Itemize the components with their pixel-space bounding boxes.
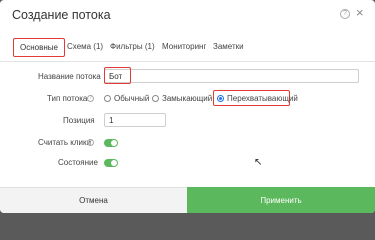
cancel-button[interactable]: Отмена bbox=[0, 187, 187, 213]
type-help-icon[interactable]: ? bbox=[87, 95, 94, 102]
state-toggle[interactable] bbox=[104, 159, 118, 167]
close-icon[interactable]: × bbox=[356, 5, 364, 20]
tab-monitoring[interactable]: Мониторинг bbox=[162, 42, 206, 51]
count-clicks-toggle[interactable] bbox=[104, 139, 118, 147]
tab-basic[interactable]: Основные bbox=[13, 38, 65, 57]
apply-button[interactable]: Применить bbox=[187, 187, 375, 213]
radio-intercepting-label[interactable]: Перехватывающий bbox=[227, 94, 298, 103]
tab-notes[interactable]: Заметки bbox=[213, 42, 244, 51]
radio-intercepting[interactable] bbox=[217, 95, 224, 102]
radio-regular[interactable] bbox=[104, 95, 111, 102]
dialog-header: Создание потока ? × bbox=[0, 0, 375, 30]
count-clicks-help-icon[interactable]: ? bbox=[87, 139, 94, 146]
state-label: Состояние bbox=[58, 158, 98, 167]
mouse-cursor-icon: ↖ bbox=[254, 157, 263, 168]
tab-scheme[interactable]: Схема (1) bbox=[67, 42, 103, 51]
radio-closing-label[interactable]: Замыкающий bbox=[162, 94, 212, 103]
dialog-title: Создание потока bbox=[12, 8, 111, 22]
name-input[interactable]: Бот bbox=[104, 69, 359, 83]
radio-regular-label[interactable]: Обычный bbox=[114, 94, 149, 103]
name-label: Название потока bbox=[38, 72, 101, 81]
radio-closing[interactable] bbox=[152, 95, 159, 102]
tab-bar: Основные Схема (1) Фильтры (1) Мониторин… bbox=[0, 30, 375, 62]
count-clicks-label: Считать клики bbox=[38, 138, 91, 147]
type-label: Тип потока bbox=[47, 94, 88, 103]
help-icon[interactable]: ? bbox=[340, 9, 350, 19]
tab-filters[interactable]: Фильтры (1) bbox=[110, 42, 155, 51]
dialog-footer: Отмена Применить bbox=[0, 187, 375, 213]
position-input[interactable]: 1 bbox=[104, 113, 166, 127]
create-stream-dialog: Создание потока ? × Основные Схема (1) Ф… bbox=[0, 0, 375, 213]
position-label: Позиция bbox=[63, 116, 95, 125]
name-highlight bbox=[104, 67, 131, 84]
